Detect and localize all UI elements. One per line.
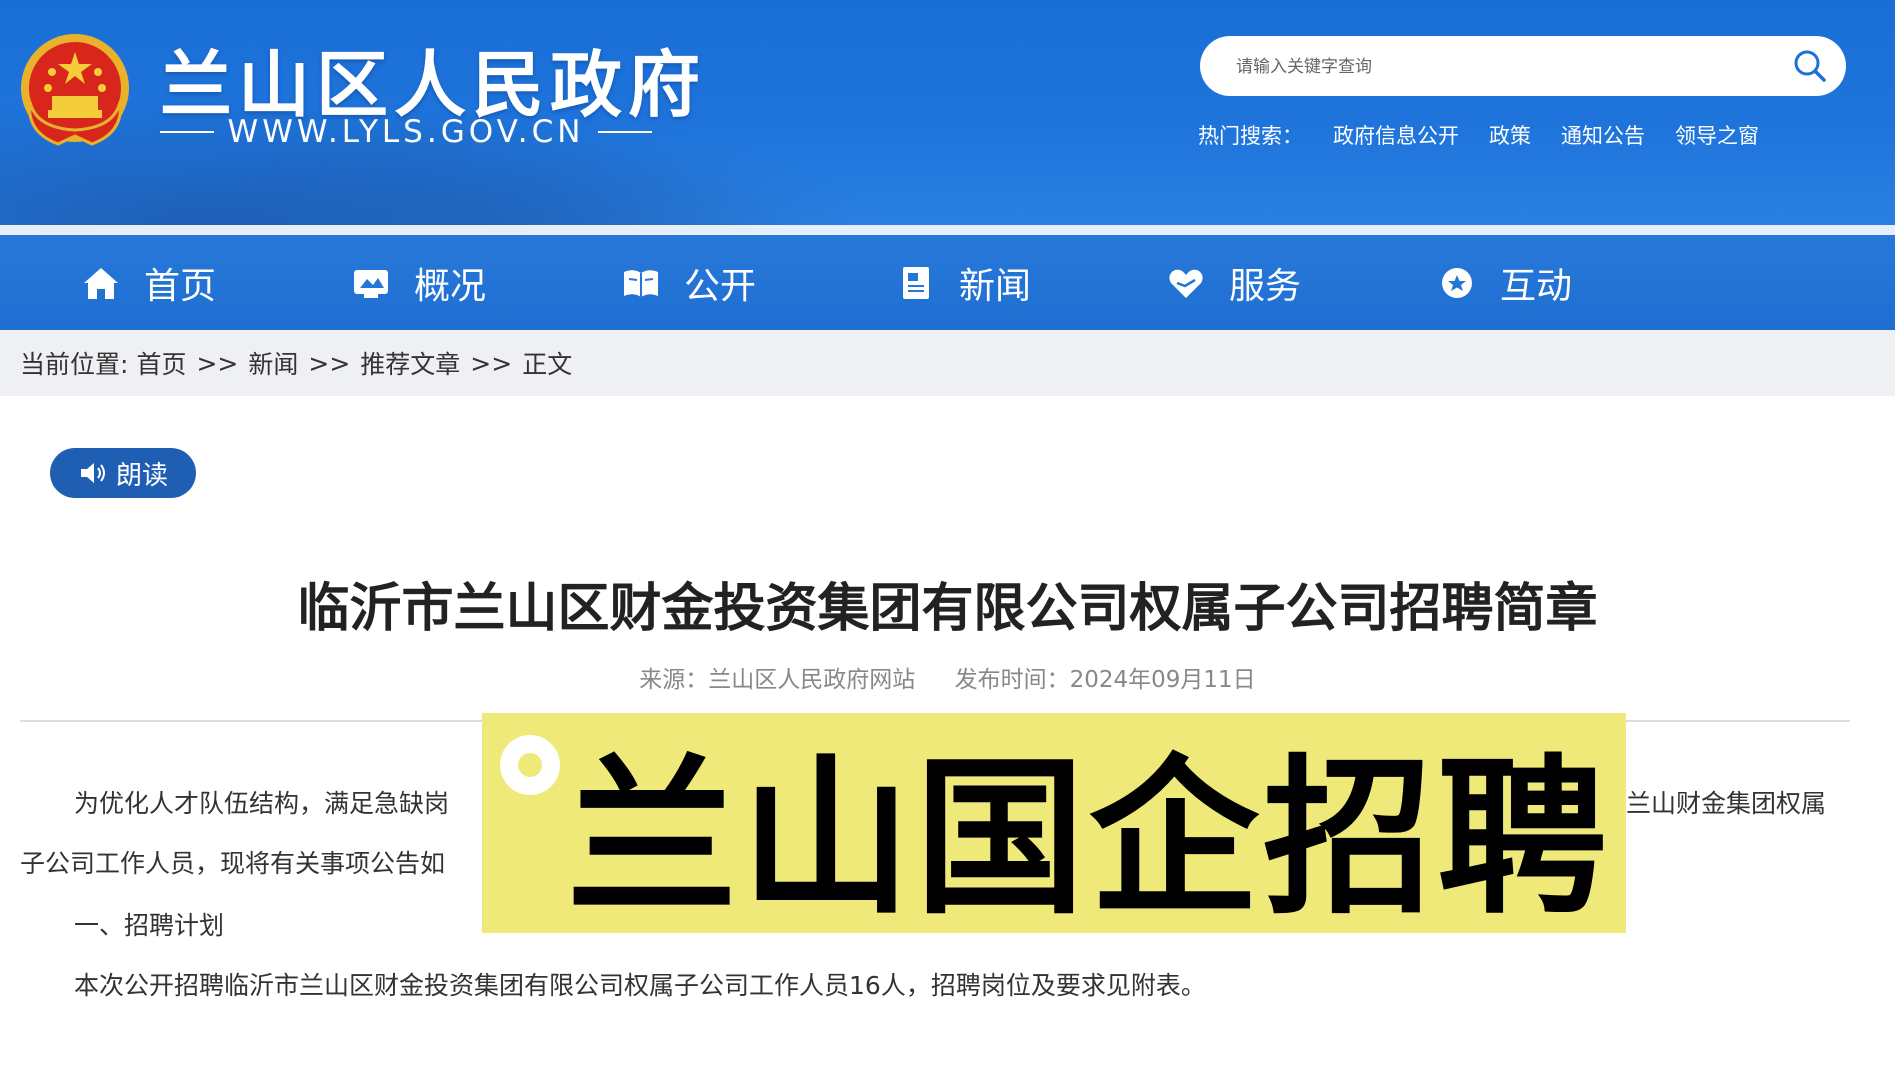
home-icon <box>84 267 118 299</box>
breadcrumb-item[interactable]: 首页 <box>136 345 186 381</box>
site-url-text: WWW.LYLS.GOV.CN <box>227 114 585 150</box>
breadcrumb-item[interactable]: 推荐文章 <box>360 345 460 381</box>
breadcrumb-prefix: 当前位置: <box>20 350 129 379</box>
nav-item-home[interactable]: 首页 <box>80 235 216 330</box>
breadcrumb-separator: >> <box>470 348 513 378</box>
chat-icon <box>1442 267 1472 298</box>
nav-item-overview[interactable]: 概况 <box>350 235 486 330</box>
main-nav: 首页 概况 公开 新闻 服务 互动 <box>0 235 1895 330</box>
nav-item-open[interactable]: 公开 <box>620 235 756 330</box>
article-meta: 来源：兰山区人民政府网站 发布时间：2024年09月11日 <box>0 660 1895 694</box>
hot-search-link[interactable]: 政府信息公开 <box>1333 120 1459 150</box>
nav-label: 概况 <box>414 265 487 307</box>
search-icon[interactable] <box>1790 46 1830 86</box>
article-section-heading: 一、招聘计划 <box>74 911 225 940</box>
nav-item-service[interactable]: 服务 <box>1165 235 1301 330</box>
nav-separator <box>0 225 1895 235</box>
banner-title: 兰山国企招聘 <box>566 740 1611 938</box>
breadcrumb-current: 正文 <box>522 350 573 379</box>
article-title: 临沂市兰山区财金投资集团有限公司权属子公司招聘简章 <box>297 579 1598 639</box>
overview-icon <box>354 269 388 298</box>
heart-hand-icon <box>1169 269 1203 298</box>
breadcrumb-separator: >> <box>196 348 239 378</box>
nav-label: 服务 <box>1229 265 1302 307</box>
nav-label: 互动 <box>1500 265 1573 307</box>
hot-search-link[interactable]: 政策 <box>1489 120 1531 150</box>
hot-search-label: 热门搜索： <box>1198 124 1303 148</box>
article-paragraph: 子公司工作人员，现将有关事项公告如 <box>20 849 446 878</box>
overlay-banner: 兰山国企招聘 <box>482 713 1626 938</box>
nav-label: 首页 <box>144 265 217 307</box>
nav-label: 新闻 <box>959 265 1032 307</box>
hot-search-link[interactable]: 领导之窗 <box>1675 120 1759 150</box>
article-paragraph: 为优化人才队伍结构，满足急缺岗 <box>74 789 450 818</box>
nav-item-interact[interactable]: 互动 <box>1436 235 1572 330</box>
breadcrumb-item[interactable]: 新闻 <box>248 345 298 381</box>
speaker-icon <box>80 463 105 483</box>
site-header: 兰山区人民政府 WWW.LYLS.GOV.CN 热门搜索： 政府信息公开 政策 … <box>0 0 1895 225</box>
url-line-left <box>160 131 214 133</box>
breadcrumb-separator: >> <box>308 348 351 378</box>
article-source: 来源：兰山区人民政府网站 <box>639 667 916 693</box>
nav-item-news[interactable]: 新闻 <box>895 235 1031 330</box>
url-line-right <box>598 131 653 133</box>
site-url: WWW.LYLS.GOV.CN <box>160 114 653 150</box>
article-paragraph-fragment: 兰山财金集团权属 <box>1626 789 1827 818</box>
read-aloud-button[interactable]: 朗读 <box>50 448 196 498</box>
national-emblem-icon <box>21 34 129 146</box>
hot-search: 热门搜索： 政府信息公开 政策 通知公告 领导之窗 <box>1198 120 1759 150</box>
news-icon <box>903 266 929 299</box>
nav-label: 公开 <box>684 265 757 307</box>
open-book-icon <box>624 269 658 297</box>
read-aloud-label: 朗读 <box>115 460 168 491</box>
article-publish-time: 发布时间：2024年09月11日 <box>954 667 1256 693</box>
breadcrumb: 当前位置: 首页 >> 新闻 >> 推荐文章 >> 正文 <box>0 330 1895 396</box>
article-paragraph: 本次公开招聘临沂市兰山区财金投资集团有限公司权属子公司工作人员16人，招聘岗位及… <box>74 971 1206 1000</box>
hot-search-link[interactable]: 通知公告 <box>1561 120 1645 150</box>
search-box <box>1200 36 1846 96</box>
search-input[interactable] <box>1234 48 1758 86</box>
